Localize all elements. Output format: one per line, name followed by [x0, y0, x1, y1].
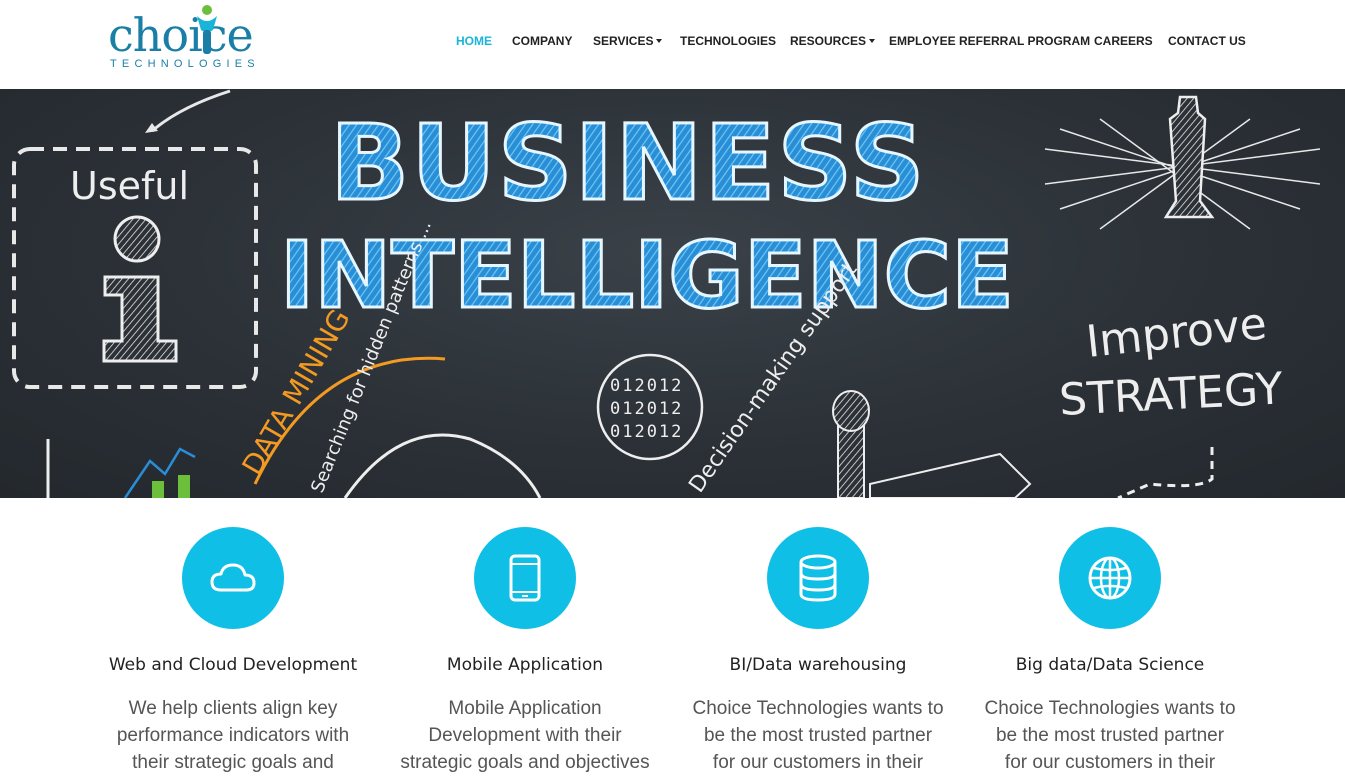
- nav-employee-referral[interactable]: EMPLOYEE REFERRAL PROGRAM: [889, 34, 1090, 48]
- globe-icon: [1088, 556, 1132, 600]
- feature-text: We help clients align key performance in…: [116, 698, 350, 773]
- feature-title: Big data/Data Science: [1015, 655, 1205, 675]
- feature-title: BI/Data warehousing: [729, 655, 907, 675]
- hero-note-strategy: STRATEGY: [1058, 363, 1284, 426]
- nav-home-label: HOME: [456, 34, 492, 48]
- nav-contact-us-label: CONTACT US: [1168, 34, 1246, 48]
- logo-tagline: TECHNOLOGIES: [110, 58, 260, 70]
- feature-title: Web and Cloud Development: [108, 655, 358, 675]
- hero-illustration: BUSINESS INTELLIGENCE Useful DATA MINING…: [12, 89, 1321, 498]
- hero-banner: BUSINESS INTELLIGENCE Useful DATA MINING…: [0, 89, 1345, 498]
- logo-wordmark: choice: [108, 8, 254, 62]
- feature-icon-circle: [182, 527, 284, 629]
- feature-icon-circle: [474, 527, 576, 629]
- chevron-down-icon: [656, 39, 663, 43]
- logo-figure-icon: [197, 5, 217, 54]
- nav-services[interactable]: SERVICES: [593, 34, 663, 48]
- feature-text: Mobile Application Development with thei…: [400, 698, 650, 773]
- chevron-down-icon: [869, 39, 876, 43]
- feature-text: Choice Technologies wants to be the most…: [984, 698, 1236, 773]
- nav-careers[interactable]: CAREERS: [1094, 34, 1153, 48]
- nav-services-label: SERVICES: [593, 34, 654, 48]
- nav-resources-label: RESOURCES: [790, 34, 867, 48]
- nav-resources[interactable]: RESOURCES: [790, 34, 876, 48]
- hero-note-binary-1: 012012: [610, 376, 683, 396]
- feature-icon-circle: [767, 527, 869, 629]
- nav-technologies-label: TECHNOLOGIES: [680, 34, 777, 48]
- nav-contact-us[interactable]: CONTACT US: [1168, 34, 1246, 48]
- hero-note-binary-3: 012012: [610, 422, 683, 442]
- hero-note-useful: Useful: [70, 164, 189, 208]
- nav-employee-referral-label: EMPLOYEE REFERRAL PROGRAM: [889, 34, 1091, 48]
- cloud-icon: [210, 563, 256, 592]
- features-section: Web and Cloud Development We help client…: [0, 498, 1345, 776]
- nav-careers-label: CAREERS: [1094, 34, 1153, 48]
- hero-note-binary-2: 012012: [610, 399, 683, 419]
- feature-title: Mobile Application: [446, 655, 604, 675]
- feature-text: Choice Technologies wants to be the most…: [692, 698, 944, 773]
- database-icon: [799, 554, 837, 602]
- feature-icon-circle: [1059, 527, 1161, 629]
- hero-headline-business: BUSINESS: [330, 102, 927, 224]
- nav-technologies[interactable]: TECHNOLOGIES: [680, 34, 776, 48]
- site-header: choice TECHNOLOGIES HOME COMPANY SERVICE…: [0, 0, 1345, 89]
- nav-company-label: COMPANY: [512, 34, 573, 48]
- nav-home[interactable]: HOME: [456, 34, 492, 48]
- nav-company[interactable]: COMPANY: [512, 34, 572, 48]
- mobile-icon: [509, 554, 541, 602]
- brand-logo[interactable]: choice TECHNOLOGIES: [108, 5, 278, 72]
- hero-note-improve: Improve: [1084, 298, 1269, 368]
